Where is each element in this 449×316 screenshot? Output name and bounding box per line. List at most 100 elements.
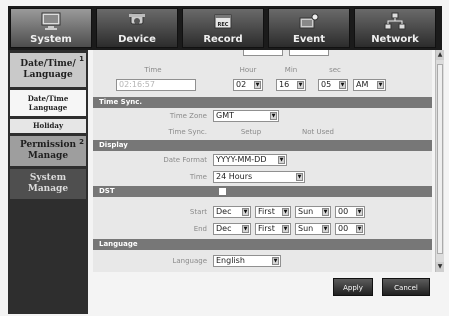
settings-panel: Time Hour Min sec 02:16:57 02 ▼ 16 ▼ 05 … <box>93 50 432 272</box>
tab-network[interactable]: Network <box>354 8 436 48</box>
tab-label: Record <box>203 34 243 45</box>
dst-start-month-select[interactable]: Dec ▼ <box>213 206 251 218</box>
nav-marker: 1 <box>79 55 84 63</box>
chevron-down-icon: ▼ <box>322 225 329 233</box>
date-format-label: Date Format <box>163 156 207 164</box>
min-select[interactable]: 16 ▼ <box>276 79 306 91</box>
chevron-down-icon: ▼ <box>339 81 346 89</box>
setup-button[interactable]: Setup <box>233 128 269 136</box>
chevron-down-icon: ▼ <box>296 173 303 181</box>
tab-event[interactable]: Event <box>268 8 350 48</box>
nav-system-manage[interactable]: System Manage <box>10 169 86 199</box>
network-icon <box>384 12 406 30</box>
top-tab-bar: System Device REC Record Event Network <box>8 6 442 50</box>
vertical-scrollbar[interactable]: ▲ ▼ <box>435 50 444 272</box>
time-zone-label: Time Zone <box>169 112 207 120</box>
ampm-select[interactable]: AM ▼ <box>353 79 386 91</box>
chevron-down-icon: ▼ <box>297 81 304 89</box>
sec-label: sec <box>329 66 341 74</box>
dst-end-day-value: Sun <box>298 224 314 233</box>
chevron-down-icon: ▼ <box>356 225 363 233</box>
chevron-down-icon: ▼ <box>254 81 261 89</box>
chevron-down-icon: ▼ <box>322 208 329 216</box>
ampm-value: AM <box>356 80 369 89</box>
sec-value: 05 <box>321 80 332 89</box>
tab-label: System <box>30 34 72 45</box>
language-select[interactable]: English ▼ <box>213 255 281 267</box>
dst-start-label: Start <box>189 208 207 216</box>
time-format-select[interactable]: 24 Hours ▼ <box>213 171 305 183</box>
nav-sub-label: Holiday <box>32 121 64 130</box>
dst-start-month-value: Dec <box>216 207 232 216</box>
time-sync-status: Not Used <box>301 128 334 136</box>
dst-end-week-value: First <box>258 224 275 233</box>
tab-label: Event <box>292 34 326 45</box>
sec-select[interactable]: 05 ▼ <box>318 79 348 91</box>
language-label: Language <box>172 257 207 265</box>
dst-start-day-select[interactable]: Sun ▼ <box>295 206 331 218</box>
scroll-down-icon[interactable]: ▼ <box>436 262 444 272</box>
dst-start-week-value: First <box>258 207 275 216</box>
section-time-sync: Time Sync. <box>93 97 432 108</box>
time-label: Time <box>144 66 162 74</box>
tab-device[interactable]: Device <box>96 8 178 48</box>
chevron-down-icon: ▼ <box>272 257 279 265</box>
monitor-icon <box>41 12 61 30</box>
hour-label: Hour <box>239 66 257 74</box>
dst-start-hour-select[interactable]: 00 ▼ <box>335 206 365 218</box>
tab-label: Network <box>371 34 419 45</box>
chevron-down-icon: ▼ <box>356 208 363 216</box>
min-label: Min <box>284 66 298 74</box>
dst-start-week-select[interactable]: First ▼ <box>255 206 291 218</box>
dst-end-hour-select[interactable]: 00 ▼ <box>335 223 365 235</box>
time-format-value: 24 Hours <box>216 172 253 181</box>
nav-marker: 2 <box>79 138 84 146</box>
svg-text:REC: REC <box>218 22 229 28</box>
apply-button[interactable]: Apply <box>333 278 373 296</box>
camera-icon <box>129 13 145 25</box>
chevron-down-icon: ▼ <box>282 225 289 233</box>
time-zone-value: GMT <box>216 111 234 120</box>
chevron-down-icon: ▼ <box>377 81 384 89</box>
current-time-field: 02:16:57 <box>116 79 196 91</box>
hidden-field-2 <box>289 50 329 56</box>
left-nav: Date/Time/ Language 1 Date/Time Language… <box>8 50 88 314</box>
current-time-value: 02:16:57 <box>119 80 155 89</box>
nav-sub-holiday[interactable]: Holiday <box>10 119 86 133</box>
nav-date-time-language[interactable]: Date/Time/ Language 1 <box>10 53 86 87</box>
hour-value: 02 <box>236 80 247 89</box>
record-icon: REC <box>214 14 232 29</box>
event-icon <box>299 13 319 29</box>
tab-system[interactable]: System <box>10 8 92 48</box>
dst-end-day-select[interactable]: Sun ▼ <box>295 223 331 235</box>
scroll-thumb[interactable] <box>437 64 443 254</box>
date-format-select[interactable]: YYYY-MM-DD ▼ <box>213 154 287 166</box>
nav-label: Permission Manage <box>19 140 77 161</box>
time-zone-select[interactable]: GMT ▼ <box>213 110 279 122</box>
section-language: Language <box>93 239 432 250</box>
chevron-down-icon: ▼ <box>282 208 289 216</box>
dst-start-hour-value: 00 <box>338 207 349 216</box>
dst-end-label: End <box>193 225 207 233</box>
dst-start-day-value: Sun <box>298 207 314 216</box>
dst-checkbox[interactable] <box>218 187 227 196</box>
dst-end-hour-value: 00 <box>338 224 349 233</box>
dst-end-month-value: Dec <box>216 224 232 233</box>
chevron-down-icon: ▼ <box>278 156 285 164</box>
display-time-label: Time <box>189 173 207 181</box>
chevron-down-icon: ▼ <box>270 112 277 120</box>
tab-record[interactable]: REC Record <box>182 8 264 48</box>
settings-window: System Device REC Record Event Network D… <box>0 0 449 316</box>
dst-end-week-select[interactable]: First ▼ <box>255 223 291 235</box>
hour-select[interactable]: 02 ▼ <box>233 79 263 91</box>
nav-label: Date/Time/ Language <box>20 59 76 80</box>
hidden-field-1 <box>243 50 283 56</box>
scroll-up-icon[interactable]: ▲ <box>436 50 444 60</box>
dst-end-month-select[interactable]: Dec ▼ <box>213 223 251 235</box>
time-sync-label: Time Sync. <box>168 128 207 136</box>
cancel-button[interactable]: Cancel <box>382 278 430 296</box>
tab-label: Device <box>118 34 156 45</box>
language-value: English <box>216 256 245 265</box>
nav-permission-manage[interactable]: Permission Manage 2 <box>10 136 86 166</box>
nav-sub-date-time[interactable]: Date/Time Language <box>10 90 86 116</box>
